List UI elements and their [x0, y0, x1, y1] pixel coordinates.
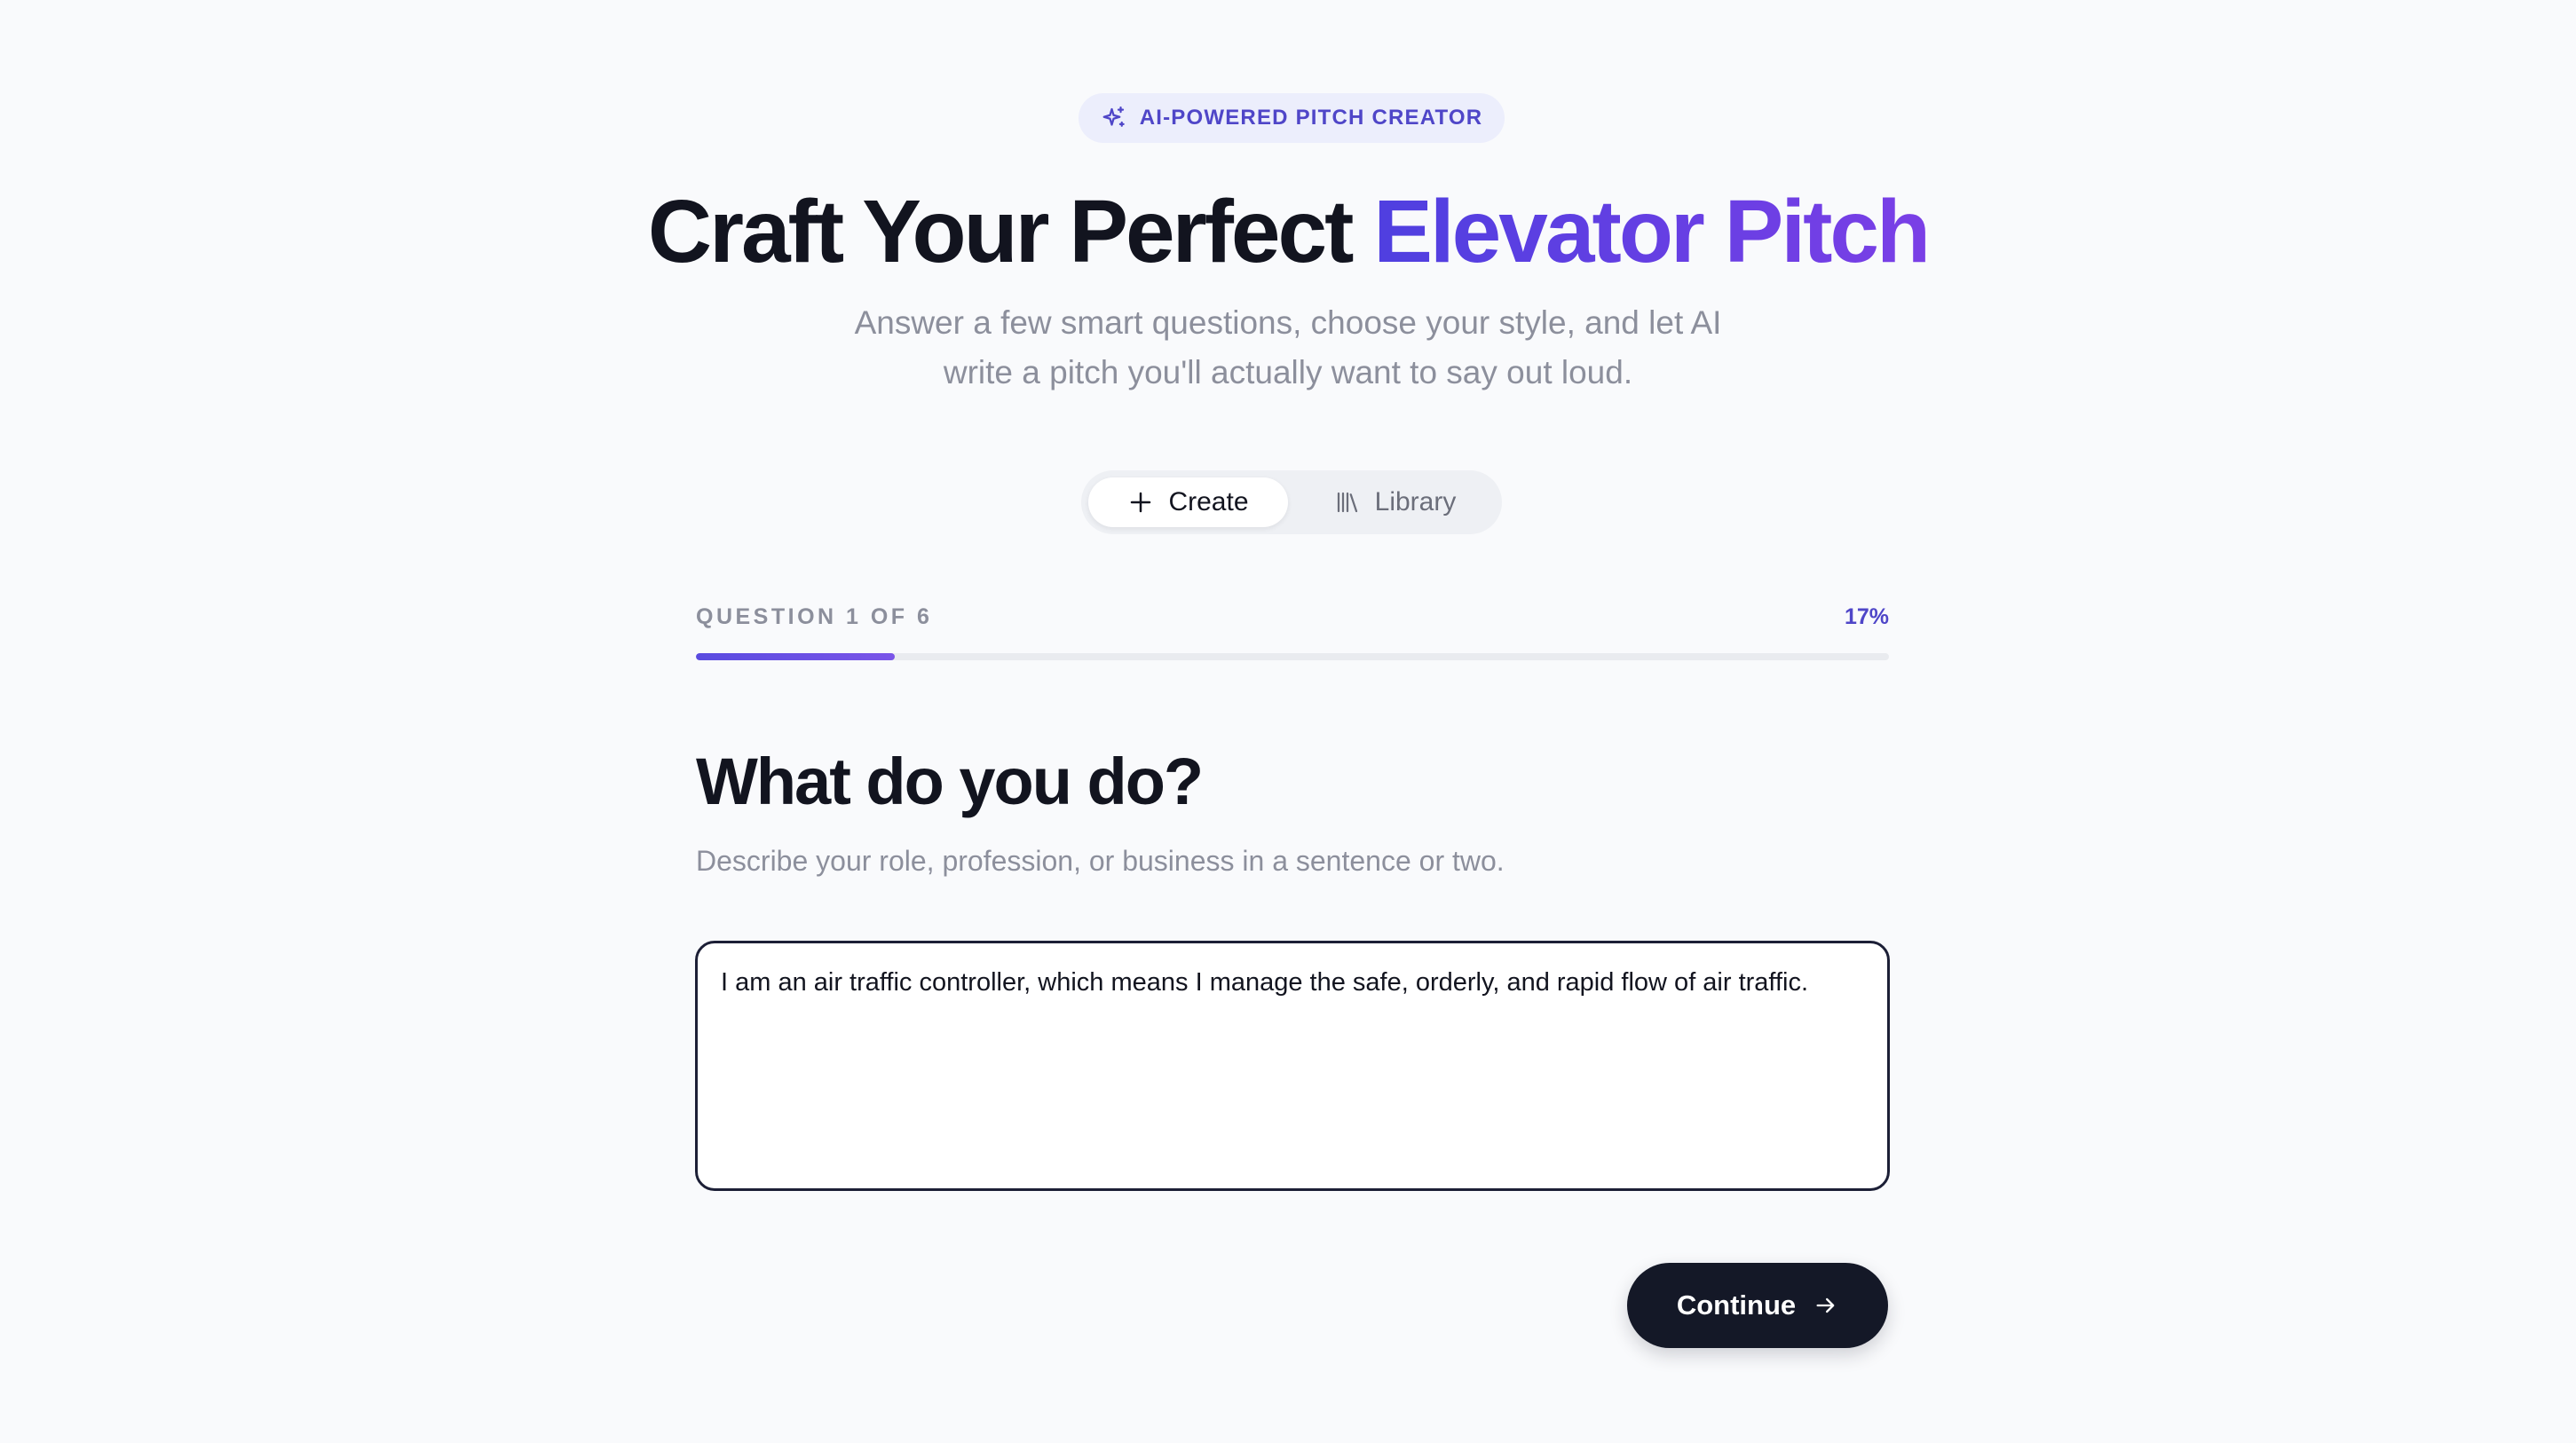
- page-subtitle: Answer a few smart questions, choose you…: [854, 304, 1722, 390]
- answer-textarea[interactable]: I am an air traffic controller, which me…: [695, 941, 1890, 1191]
- page-title: Craft Your Perfect Elevator Pitch: [0, 174, 2576, 289]
- tab-create-label: Create: [1168, 487, 1249, 516]
- continue-button[interactable]: Continue: [1627, 1263, 1888, 1348]
- question-counter: QUESTION 1 OF 6: [696, 604, 933, 629]
- mode-toggle: Create Library: [1081, 470, 1502, 534]
- pitch-creator-page: AI-POWERED PITCH CREATOR Craft Your Perf…: [0, 0, 2576, 1443]
- tab-create[interactable]: Create: [1088, 477, 1288, 527]
- tab-library[interactable]: Library: [1295, 477, 1495, 527]
- page-title-accent: Elevator Pitch: [1373, 182, 1931, 281]
- ai-badge: AI-POWERED PITCH CREATOR: [1079, 93, 1505, 143]
- arrow-right-icon: [1816, 1297, 1835, 1313]
- page-title-main: Craft Your Perfect: [647, 182, 1374, 281]
- continue-button-label: Continue: [1676, 1289, 1797, 1321]
- plus-icon: [1131, 492, 1151, 513]
- tab-library-label: Library: [1374, 487, 1457, 516]
- badge-label: AI-POWERED PITCH CREATOR: [1139, 106, 1483, 130]
- question-description: Describe your role, profession, or busin…: [696, 845, 1505, 877]
- progress-percent: 17%: [1844, 604, 1889, 629]
- progress-bar-fill: [696, 653, 896, 660]
- library-icon: [1337, 492, 1357, 513]
- progress-bar: [696, 653, 1889, 660]
- sparkles-icon: [1102, 106, 1125, 127]
- question-title: What do you do?: [696, 745, 1204, 818]
